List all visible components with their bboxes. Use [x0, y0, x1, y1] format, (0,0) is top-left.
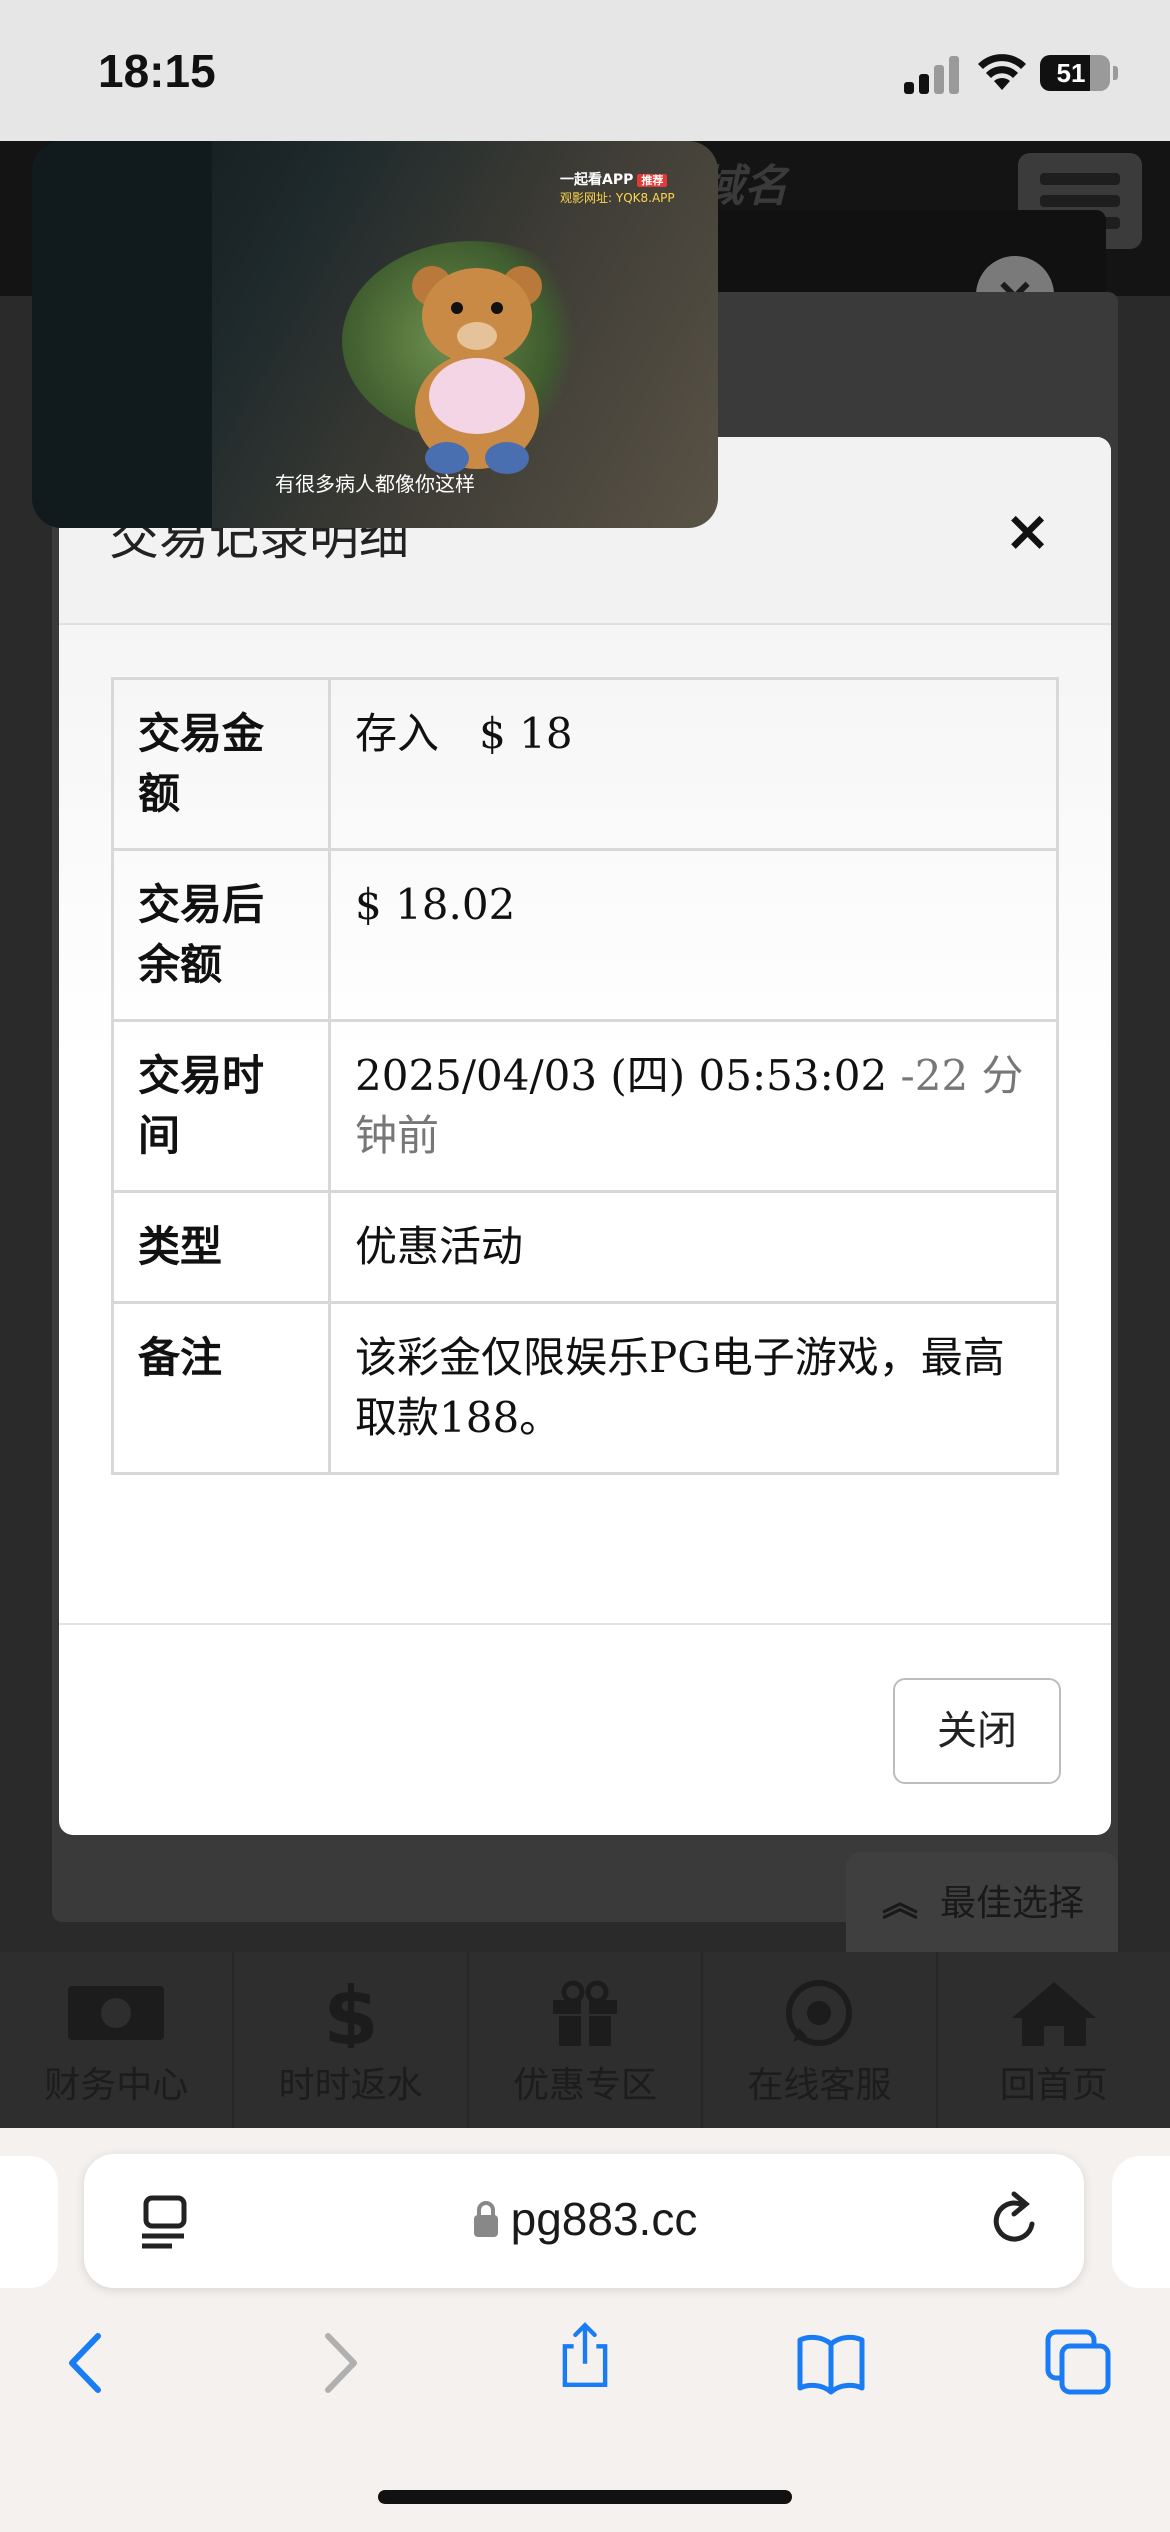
next-tab-preview[interactable]	[1112, 2156, 1170, 2288]
best-choice-button[interactable]: ︽ 最佳选择	[846, 1852, 1118, 1956]
teddy-bear-image	[412, 266, 542, 474]
share-icon[interactable]	[550, 2320, 620, 2390]
wifi-icon	[978, 54, 1026, 90]
home-indicator[interactable]	[378, 2490, 792, 2504]
cellular-signal-icon	[904, 54, 960, 94]
address-bar[interactable]: pg883.cc	[84, 2154, 1084, 2288]
video-subtitle: 有很多病人都像你这样	[275, 472, 475, 496]
watermark-url: 观影网址: YQK8.APP	[560, 191, 675, 205]
bookmarks-icon[interactable]	[796, 2328, 866, 2398]
nav-label: 回首页	[999, 2065, 1108, 2106]
battery-empty-part	[1090, 55, 1110, 91]
row-label: 交易时间	[111, 1019, 331, 1193]
lock-icon	[473, 2201, 498, 2237]
dollar-icon: $	[323, 1978, 379, 2048]
transaction-detail-modal: 交易记录明细 × 交易金额 存入 $ 18 交易后余额 $ 18.02 交易时间…	[59, 437, 1111, 1835]
chevron-up-icon: ︽	[882, 1883, 919, 1924]
bottom-nav: 财务中心 $ 时时返水 优惠专区 在线客服 回首页	[0, 1952, 1170, 2128]
transaction-type: 存入	[355, 709, 440, 758]
watermark-badge: 推荐	[637, 174, 668, 187]
nav-label: 财务中心	[44, 2065, 189, 2106]
video-watermark: 一起看APP 推荐 观影网址: YQK8.APP	[560, 169, 675, 206]
nav-item-rebate[interactable]: $ 时时返水	[234, 1952, 469, 2128]
best-choice-label: 最佳选择	[940, 1883, 1085, 1924]
battery-tip	[1113, 66, 1118, 80]
table-row: 交易金额 存入 $ 18	[111, 677, 1059, 851]
gift-icon	[553, 1980, 618, 2046]
reload-icon[interactable]	[980, 2186, 1050, 2256]
row-label: 备注	[111, 1301, 331, 1475]
remark-value: 该彩金仅限娱乐PG电子游戏，最高取款188。	[328, 1301, 1059, 1475]
nav-label: 在线客服	[747, 2065, 892, 2106]
balance-value: $ 18.02	[328, 848, 1059, 1022]
row-label: 类型	[111, 1190, 331, 1304]
money-icon	[68, 1986, 165, 2040]
status-bar: 18:15 51	[0, 0, 1170, 141]
transaction-detail-table: 交易金额 存入 $ 18 交易后余额 $ 18.02 交易时间 2025/04/…	[111, 677, 1059, 1475]
row-label: 交易金额	[111, 677, 331, 851]
nav-item-promotions[interactable]: 优惠专区	[469, 1952, 704, 2128]
table-row: 类型 优惠活动	[111, 1190, 1059, 1304]
transaction-amount: $ 18	[479, 709, 573, 758]
url-text: pg883.cc	[84, 2192, 1084, 2246]
back-icon[interactable]	[52, 2328, 122, 2398]
table-row: 备注 该彩金仅限娱乐PG电子游戏，最高取款188。	[111, 1301, 1059, 1475]
close-button[interactable]: 关闭	[893, 1678, 1061, 1784]
table-row: 交易时间 2025/04/03 (四) 05:53:02 -22 分钟前	[111, 1019, 1059, 1193]
watermark-brand: 一起看APP	[560, 172, 634, 188]
nav-item-home[interactable]: 回首页	[938, 1952, 1170, 2128]
url-domain: pg883.cc	[510, 2193, 698, 2245]
type-value: 优惠活动	[328, 1190, 1059, 1304]
forward-icon[interactable]	[304, 2328, 374, 2398]
nav-label: 时时返水	[278, 2065, 423, 2106]
svg-text:$: $	[323, 1978, 379, 2048]
tabs-icon[interactable]	[1044, 2328, 1114, 2398]
nav-item-finance[interactable]: 财务中心	[0, 1952, 235, 2128]
close-icon[interactable]: ×	[1004, 499, 1051, 564]
nav-item-support[interactable]: 在线客服	[703, 1952, 938, 2128]
nav-label: 优惠专区	[513, 2065, 658, 2106]
table-row: 交易后余额 $ 18.02	[111, 848, 1059, 1022]
row-label: 交易后余额	[111, 848, 331, 1022]
status-time: 18:15	[98, 45, 216, 97]
time-value: 2025/04/03 (四) 05:53:02 -22 分钟前	[328, 1019, 1059, 1193]
whatsapp-icon	[786, 1980, 853, 2046]
amount-value: 存入 $ 18	[328, 677, 1059, 851]
floating-video-player[interactable]: 一起看APP 推荐 观影网址: YQK8.APP 有很多病人都像你这样	[32, 141, 718, 528]
modal-footer	[59, 1623, 1111, 1625]
home-icon	[1011, 1982, 1096, 2046]
timestamp: 2025/04/03 (四) 05:53:02	[355, 1051, 888, 1100]
previous-tab-preview[interactable]	[0, 2156, 58, 2288]
